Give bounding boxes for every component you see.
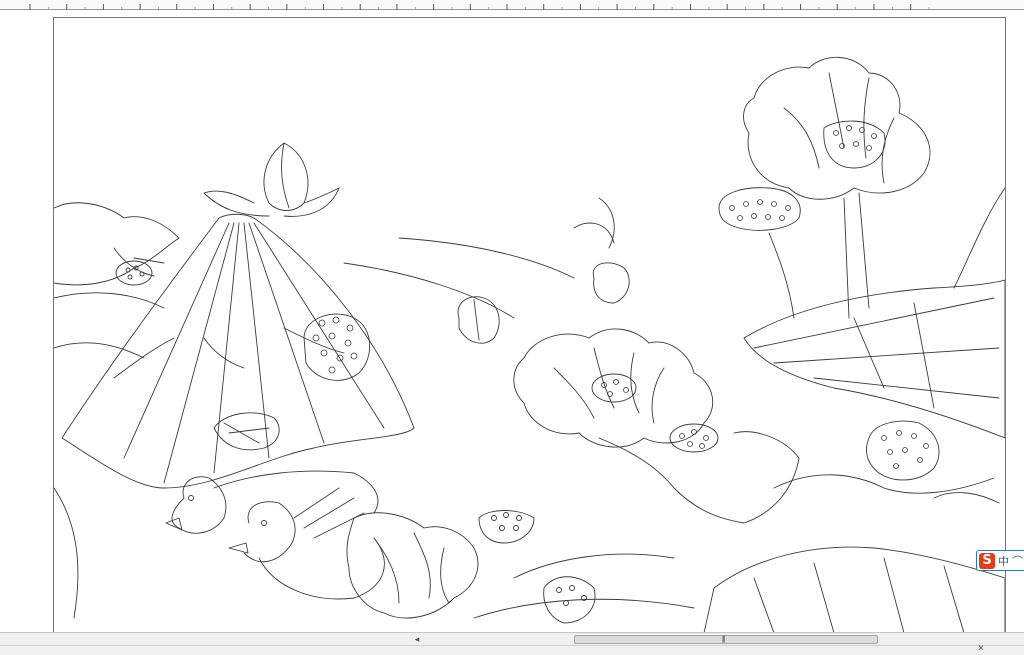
lotus-flower-lower-left xyxy=(346,512,479,619)
grass-blades xyxy=(343,237,695,619)
lotus-seed-pod-center-left xyxy=(303,313,371,381)
lotus-seed-pod-upper xyxy=(718,187,801,319)
horizontal-scrollbar[interactable]: ◂ ||| xyxy=(0,632,1024,646)
scroll-left-arrow-icon[interactable]: ◂ xyxy=(411,634,423,645)
ime-logo-icon[interactable]: S xyxy=(979,552,995,569)
lotus-bud-top-left xyxy=(203,142,340,217)
lotus-leaves-lower-left xyxy=(54,292,165,619)
lotus-line-art xyxy=(54,56,1005,633)
lotus-bud-upper-center xyxy=(457,197,630,344)
horizontal-ruler[interactable] xyxy=(0,0,1024,12)
lotus-seed-pod-hanging xyxy=(213,412,280,451)
lotus-seed-pods-bottom xyxy=(478,510,596,624)
lotus-leaf-left xyxy=(61,213,415,489)
close-icon[interactable]: × xyxy=(978,644,984,654)
peony-cluster-center xyxy=(513,328,800,524)
ime-punctuation-icon[interactable]: ⌒ xyxy=(1012,553,1023,569)
lotus-leaf-right xyxy=(743,187,1005,439)
lotus-flower-left xyxy=(54,202,180,286)
scrollbar-thumb[interactable]: ||| xyxy=(574,635,878,644)
ime-mode-toggle[interactable]: 中 xyxy=(998,553,1009,569)
lotus-seed-pod-right xyxy=(866,420,940,481)
canvas-page[interactable] xyxy=(53,17,1006,633)
ime-toolbar[interactable]: S 中 ⌒ xyxy=(976,550,1024,571)
lotus-leaves-lower-right xyxy=(703,474,1005,633)
mandarin-ducks xyxy=(165,470,385,600)
lotus-flower-upper-right xyxy=(743,56,931,319)
scrollbar-grip-icon: ||| xyxy=(722,636,726,643)
